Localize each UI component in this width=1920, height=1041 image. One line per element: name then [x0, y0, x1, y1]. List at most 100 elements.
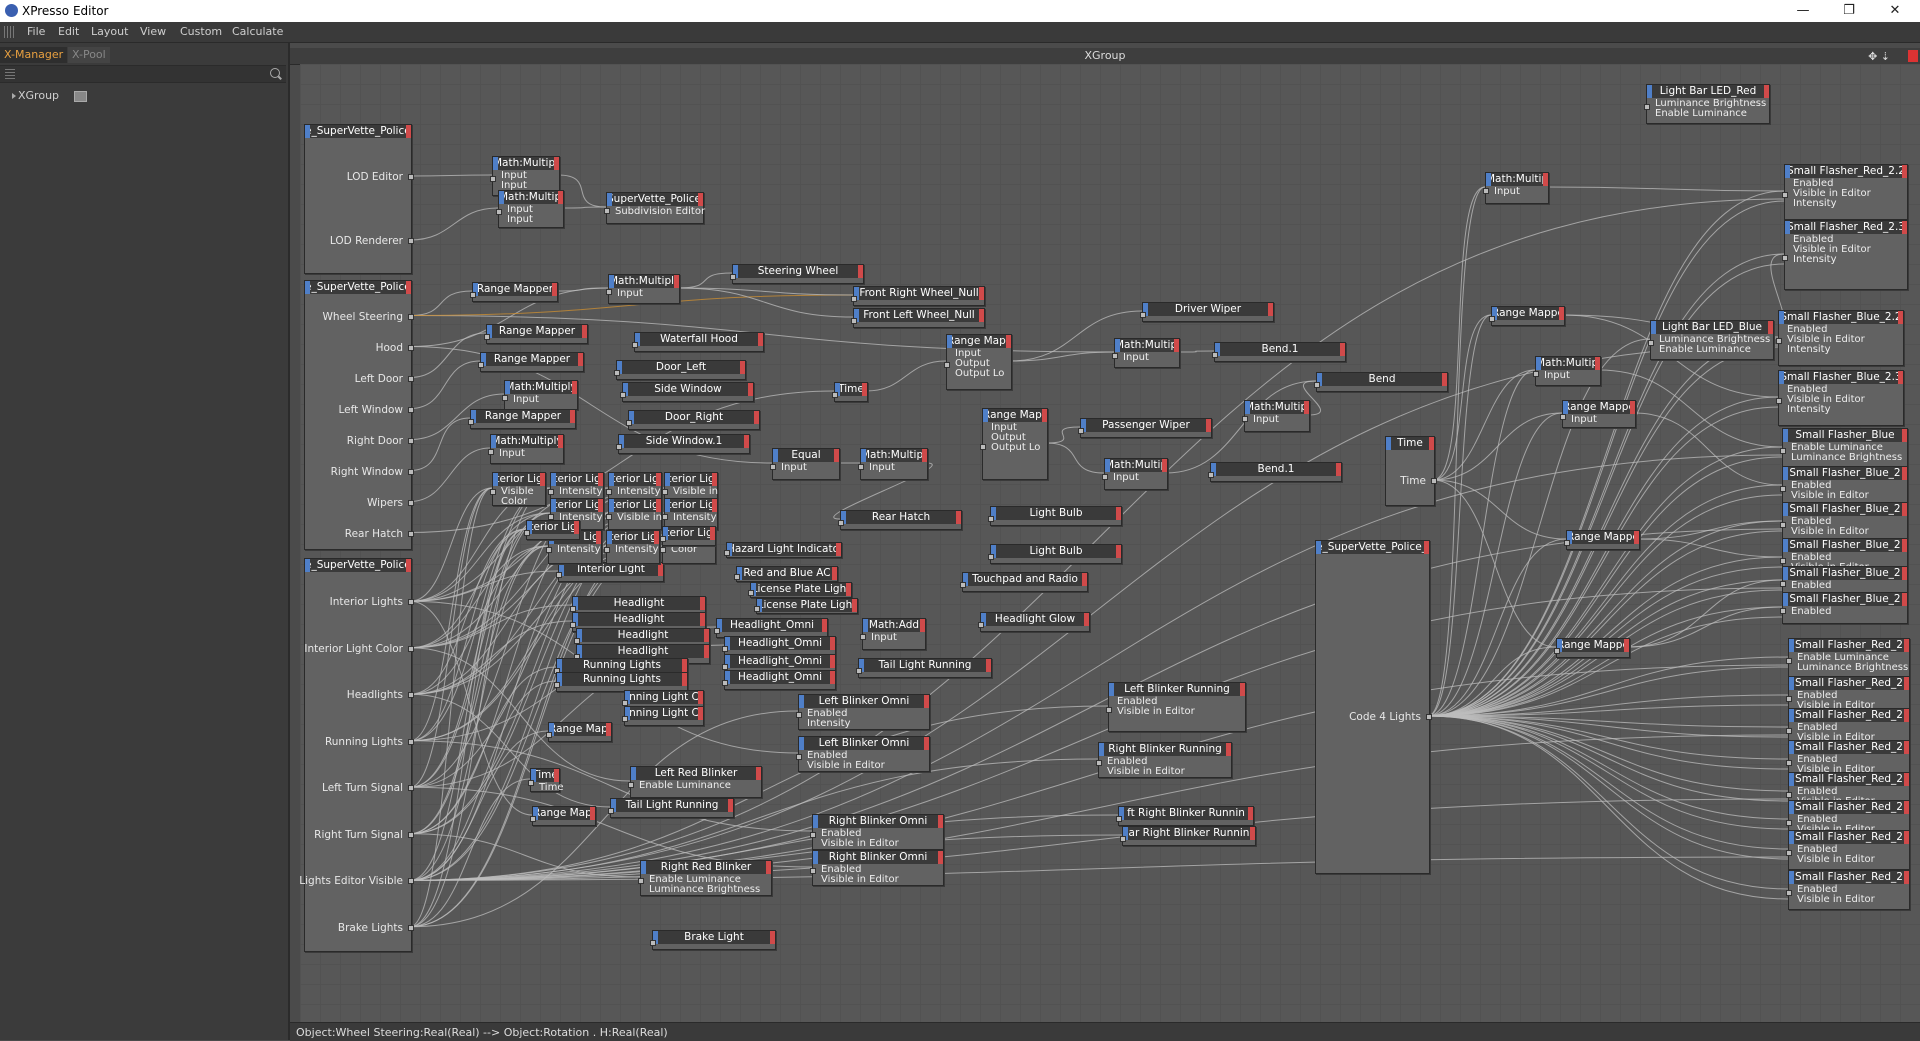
node-title[interactable]: Tail Light Running	[859, 659, 991, 672]
output-port-pin[interactable]	[408, 344, 414, 351]
input-port-pin[interactable]	[1786, 850, 1792, 856]
stacked-light-node[interactable]: terior Lig	[524, 520, 580, 540]
input-port-pin[interactable]	[1780, 581, 1786, 587]
node-title[interactable]: Math:Multiply	[499, 191, 563, 204]
xpresso-node[interactable]: Tail Light Running	[608, 798, 734, 818]
input-port-pin[interactable]	[546, 732, 552, 738]
xpresso-node[interactable]: Right Blinker Running Enabled Visible in E…	[1096, 742, 1232, 778]
input-port-pin[interactable]	[626, 420, 632, 426]
xpresso-node[interactable]: Small Flasher_Red_2EnabledVisible in Edi…	[1786, 870, 1910, 910]
node-title[interactable]: Headlight	[573, 613, 705, 626]
input-port-pin[interactable]	[1782, 192, 1788, 198]
xpresso-node[interactable]: Left Blinker Omni Enabled Visible in Edito…	[796, 736, 930, 772]
output-port-pin[interactable]	[408, 313, 414, 320]
input-port-pin[interactable]	[944, 362, 950, 368]
output-port-pin[interactable]	[408, 530, 414, 537]
xpresso-node[interactable]: Light Bulb	[988, 544, 1122, 564]
node-title[interactable]: Headlight_Omni	[725, 637, 835, 650]
xpresso-node[interactable]: Touchpad and Radio	[960, 572, 1088, 592]
node-title[interactable]: Range Mapper	[1563, 401, 1635, 414]
output-port-pin[interactable]	[408, 692, 414, 699]
xpresso-node[interactable]: SuperVette_Police_V2Subdivision Editor	[604, 192, 705, 224]
expand-icon[interactable]	[12, 93, 16, 99]
node-title[interactable]: License Plate Light	[751, 583, 851, 596]
node-title[interactable]: Range Mapper	[481, 353, 583, 366]
node-title[interactable]: Running Lights	[557, 673, 687, 686]
input-port-pin[interactable]	[988, 554, 994, 560]
input-port-pin[interactable]	[488, 449, 494, 455]
xpresso-node[interactable]: License Plate Light	[754, 598, 858, 614]
input-port-pin[interactable]	[960, 582, 966, 588]
input-port-pin[interactable]	[714, 628, 720, 634]
input-port-pin[interactable]	[796, 712, 802, 718]
node-title[interactable]: Math:Multiply	[1245, 401, 1309, 414]
input-port-pin[interactable]	[490, 489, 496, 495]
input-port-pin[interactable]	[1786, 820, 1792, 826]
xpresso-node[interactable]: Left Blinker Running Enabled Visible in Ed…	[1106, 682, 1246, 732]
input-port-pin[interactable]	[1212, 352, 1218, 358]
node-title[interactable]: Headlight Glow	[981, 613, 1089, 626]
xpresso-node[interactable]: Interior Light	[556, 562, 664, 582]
xpresso-node[interactable]: Small Flasher_Blue_2.3 Enabled Visible in …	[1776, 370, 1904, 426]
output-port-pin[interactable]	[1431, 478, 1437, 484]
node-title[interactable]: SuperVette_Police_V2	[607, 193, 703, 206]
node-title[interactable]: Front Left Wheel_Null	[854, 309, 984, 322]
xpresso-node[interactable]: Side Window	[620, 382, 754, 402]
output-port-pin[interactable]	[408, 924, 414, 931]
xpresso-node[interactable]: Front Left Wheel_Null	[851, 308, 985, 328]
xpresso-node[interactable]: Right Blinker Omni Enabled Visible in Edit…	[810, 850, 944, 886]
xpresso-node[interactable]: Math:MultiplyInput	[606, 274, 680, 304]
node-title[interactable]: Small Flasher_Blue_2.2	[1779, 311, 1903, 324]
node-title[interactable]: Small Flasher_Blue_2	[1783, 567, 1907, 580]
input-port-pin[interactable]	[1786, 792, 1792, 798]
xpresso-node[interactable]: Time	[832, 382, 868, 402]
node-title[interactable]: Left Blinker Omni	[799, 695, 929, 708]
search-icon[interactable]	[270, 68, 280, 78]
node-title[interactable]: Math:Add	[863, 619, 925, 632]
output-port-pin[interactable]	[408, 375, 414, 382]
menu-layout[interactable]: Layout	[91, 25, 128, 38]
xpresso-node[interactable]: Range Mapper	[546, 722, 612, 742]
stacked-light-node[interactable]: terior Lig Visible Color	[490, 472, 546, 507]
input-port-pin[interactable]	[860, 634, 866, 640]
node-title[interactable]: terior Lig	[551, 499, 603, 512]
menu-view[interactable]: View	[140, 25, 166, 38]
input-port-pin[interactable]	[496, 209, 502, 215]
xpresso-node[interactable]: Range MapperInputOutputOutput Lo	[944, 334, 1012, 390]
xpresso-node[interactable]: Left Blinker Omni Enabled Intensity	[796, 694, 930, 730]
input-port-pin[interactable]	[662, 514, 668, 520]
node-title[interactable]: Small Flasher_Blue_2	[1783, 593, 1907, 606]
input-port-pin[interactable]	[1780, 522, 1786, 528]
menu-calculate[interactable]: Calculate	[232, 25, 283, 38]
input-port-pin[interactable]	[524, 530, 530, 536]
node-title[interactable]: Range Mapper	[1492, 307, 1564, 320]
object-node[interactable]: e_SuperVette_Police_V2 Wheel Steering Hood…	[304, 280, 414, 550]
input-port-pin[interactable]	[1560, 414, 1566, 420]
xpresso-node[interactable]: Bend	[1314, 372, 1448, 392]
xpresso-node[interactable]: Math:MultiplyInput	[1483, 172, 1549, 204]
input-port-pin[interactable]	[1776, 398, 1782, 404]
xpresso-node[interactable]: Range Mapper	[478, 352, 584, 372]
output-port-pin[interactable]	[408, 406, 414, 413]
node-title[interactable]: Math:Multiply	[1115, 339, 1179, 352]
xpresso-node[interactable]: Left Red Blinker Enable Luminance	[628, 766, 762, 798]
node-title[interactable]: Small Flasher_Red_2	[1789, 709, 1909, 722]
input-port-pin[interactable]	[810, 868, 816, 874]
node-title[interactable]: e_SuperVette_Police_V2	[305, 281, 411, 294]
output-port-pin[interactable]	[408, 785, 414, 792]
xpresso-node[interactable]: Range Mapper	[484, 324, 588, 344]
input-port-pin[interactable]	[632, 342, 638, 348]
xpresso-node[interactable]: Light Bar LED_Blue Luminance Brightness En…	[1648, 320, 1774, 360]
node-title[interactable]: Range Mapper	[473, 283, 557, 296]
node-title[interactable]: Small Flasher_Red_2	[1789, 871, 1909, 884]
xpresso-node[interactable]: Range Mapper	[470, 282, 558, 302]
xpresso-node[interactable]: Small Flasher_Red_2 Enable Luminance Lumin…	[1786, 638, 1910, 678]
node-title[interactable]: Rear Hatch	[841, 511, 961, 524]
xpresso-node[interactable]: Red and Blue AC	[734, 566, 838, 582]
input-port-pin[interactable]	[851, 318, 857, 324]
input-port-pin[interactable]	[546, 547, 552, 553]
node-title[interactable]: Small Flasher_Red_2	[1789, 773, 1909, 786]
input-port-pin[interactable]	[606, 289, 612, 295]
xpresso-node[interactable]: Tail Light Running	[856, 658, 992, 678]
node-title[interactable]: Interior Light	[559, 563, 663, 576]
